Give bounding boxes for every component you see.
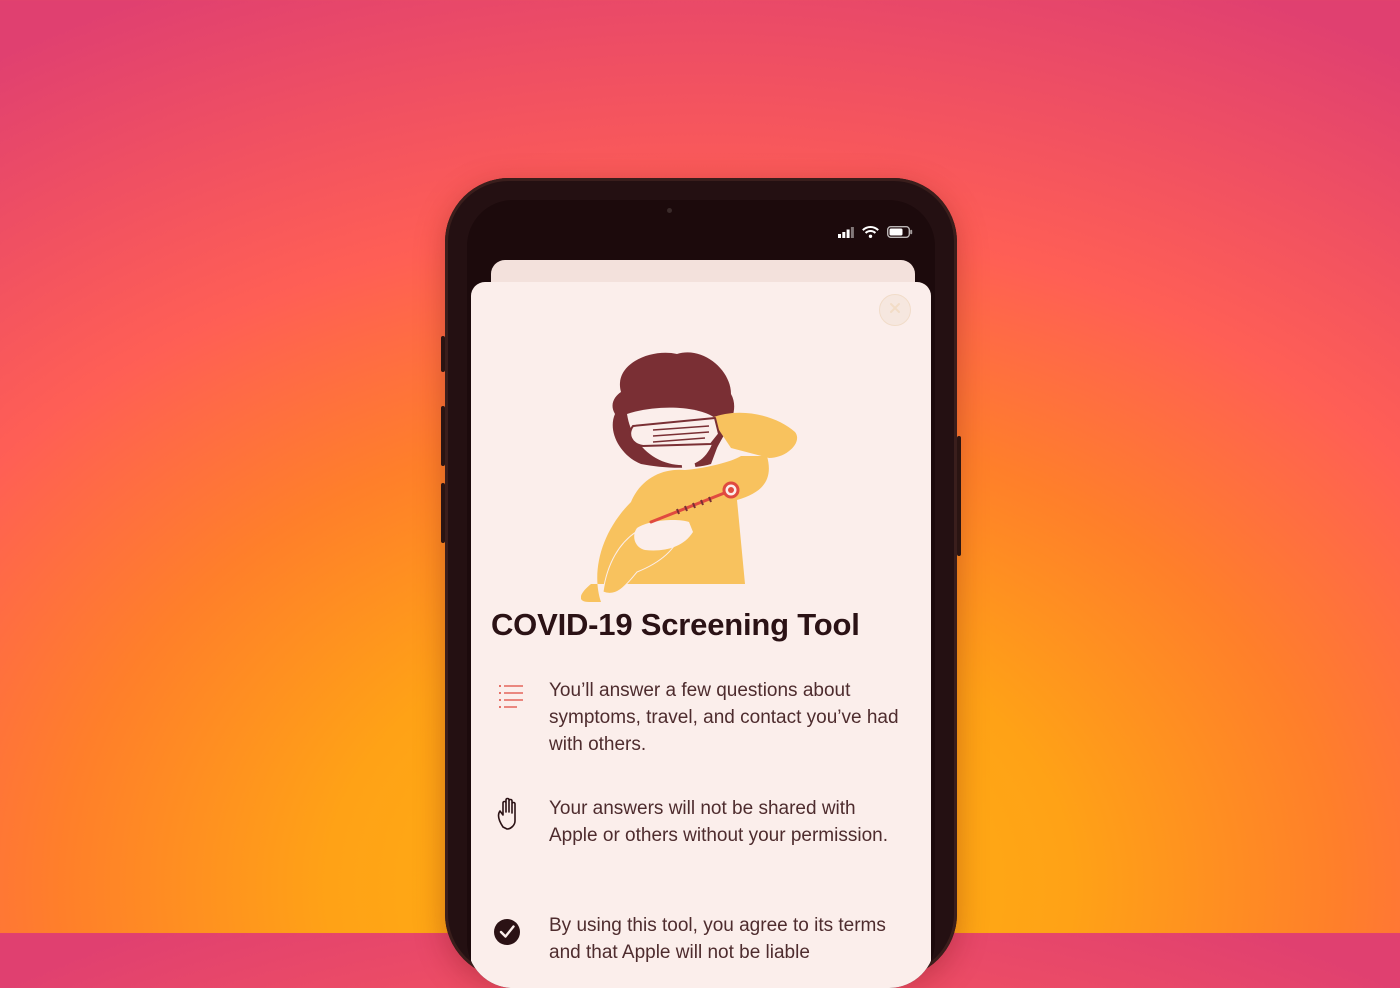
volume-up-button xyxy=(441,406,445,466)
signal-bars-icon xyxy=(838,225,854,243)
power-button xyxy=(957,436,961,556)
info-item-questions: You’ll answer a few questions about symp… xyxy=(491,677,901,767)
screening-sheet: COVID-19 Screening Tool You’ll answer a … xyxy=(471,282,931,988)
info-item-privacy: Your answers will not be shared with App… xyxy=(491,795,901,885)
battery-icon xyxy=(886,225,913,243)
close-button[interactable] xyxy=(879,294,911,326)
front-camera xyxy=(667,208,672,213)
status-icons xyxy=(838,225,913,243)
volume-down-button xyxy=(441,483,445,543)
phone: COVID-19 Screening Tool You’ll answer a … xyxy=(441,178,961,988)
info-item-terms: By using this tool, you agree to its ter… xyxy=(491,912,901,988)
action-button xyxy=(441,336,445,372)
info-text-privacy: Your answers will not be shared with App… xyxy=(549,798,888,846)
wifi-icon xyxy=(862,225,879,243)
info-text-terms: By using this tool, you agree to its ter… xyxy=(549,915,886,963)
phone-screen: COVID-19 Screening Tool You’ll answer a … xyxy=(467,200,935,988)
person-with-thermometer-illustration xyxy=(580,352,821,607)
checkmark-circle-icon xyxy=(491,914,531,948)
status-bar xyxy=(467,200,935,260)
raised-hand-icon xyxy=(491,797,531,831)
checklist-icon xyxy=(491,679,531,713)
info-text-questions: You’ll answer a few questions about symp… xyxy=(549,680,899,755)
page-title: COVID-19 Screening Tool xyxy=(491,607,860,642)
close-icon xyxy=(889,301,901,319)
